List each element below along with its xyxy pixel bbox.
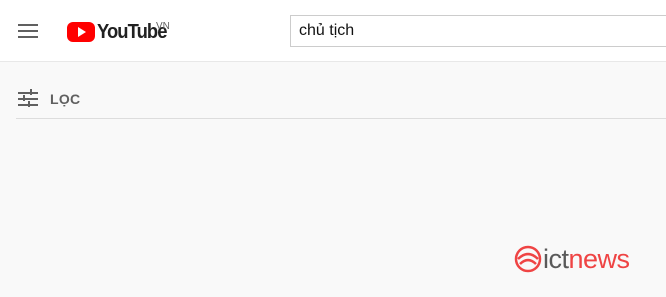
divider — [16, 118, 666, 119]
watermark-news: news — [568, 243, 631, 274]
filter-label: LỌC — [50, 91, 81, 107]
masthead: YouTube VN — [0, 0, 666, 62]
filter-sliders-icon — [17, 88, 39, 110]
filter-button[interactable]: LỌC — [17, 86, 80, 112]
search-box[interactable] — [290, 15, 666, 47]
search-input[interactable] — [291, 16, 666, 46]
watermark-text: ictnews — [543, 244, 630, 275]
ictnews-logo-icon — [514, 245, 542, 273]
youtube-play-icon — [67, 22, 95, 42]
menu-icon[interactable] — [16, 19, 40, 43]
watermark-ict: ict — [543, 243, 569, 274]
region-code: VN — [156, 21, 170, 32]
ictnews-watermark: ictnews — [514, 241, 630, 277]
